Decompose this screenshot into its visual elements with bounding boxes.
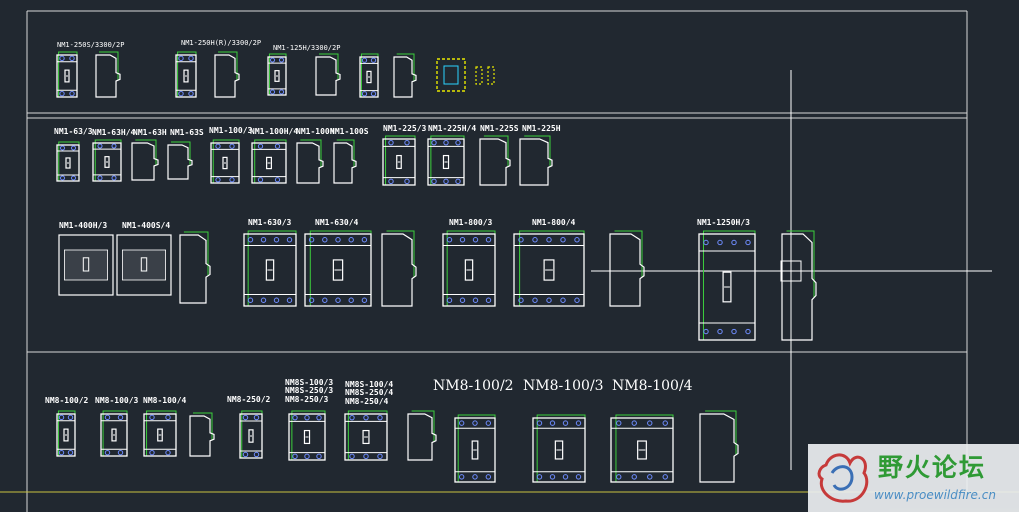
breaker-front-r3-2 bbox=[442, 230, 496, 307]
breaker-side-r2-4 bbox=[479, 135, 511, 186]
breaker-front-r2-5 bbox=[427, 135, 465, 186]
breaker-front-r3-0 bbox=[243, 230, 297, 307]
breaker-front-r2-2 bbox=[210, 139, 240, 184]
label-r2-6: NM1-100H bbox=[296, 127, 335, 136]
label-r3-2: NM1-630/3 bbox=[248, 218, 292, 227]
label-r4-3: NM8-250/2 bbox=[227, 395, 271, 404]
breaker-front-r4-4 bbox=[288, 410, 326, 461]
label-r2-8: NM1-225/3 bbox=[383, 124, 427, 133]
breaker-side-r1-1 bbox=[214, 51, 240, 98]
breaker-side-r1-0 bbox=[95, 51, 121, 98]
label-r4-1: NM8-100/3 bbox=[95, 396, 139, 405]
label-r3-6: NM1-1250H/3 bbox=[697, 218, 750, 227]
crosshair-cursor bbox=[591, 70, 992, 470]
breaker-symbols bbox=[56, 51, 817, 483]
label-r4big-2: NM8-100/4 bbox=[612, 378, 693, 394]
label-r4big-0: NM8-100/2 bbox=[433, 378, 514, 394]
breaker-side-r4-1 bbox=[407, 410, 437, 461]
breaker-front-r1-0 bbox=[56, 51, 78, 98]
breaker-front-r2-0 bbox=[56, 141, 80, 182]
breaker-front-r2-3 bbox=[251, 139, 287, 184]
breaker-side-r1-2 bbox=[315, 53, 341, 96]
breaker-side-r4-2 bbox=[699, 410, 739, 483]
forum-watermark: 野火论坛 www.proewildfire.cn bbox=[808, 444, 1019, 512]
label-r1-1: NM1-250H(R)/3300/2P bbox=[181, 39, 262, 47]
label-r2-7: NM1-100S bbox=[330, 127, 369, 136]
breaker-front-r3-3 bbox=[513, 230, 585, 307]
label-r3-4: NM1-800/3 bbox=[449, 218, 493, 227]
label-r4big-1: NM8-100/3 bbox=[523, 378, 604, 394]
breaker-front-r1-2 bbox=[267, 53, 287, 96]
breaker-front-r4-3 bbox=[239, 410, 263, 459]
selected-block-inner bbox=[443, 65, 459, 85]
label-r4-9: NM8-250/4 bbox=[345, 397, 389, 406]
label-r4-5: NM8S-250/3 bbox=[285, 386, 334, 395]
label-r2-3: NM1-63S bbox=[170, 128, 204, 137]
watermark-title: 野火论坛 bbox=[878, 453, 987, 482]
label-r2-11: NM1-225H bbox=[522, 124, 561, 133]
breaker-side-r4-0 bbox=[189, 412, 215, 457]
breaker-side-r2-2 bbox=[296, 139, 324, 184]
breaker-front-r4-7 bbox=[532, 414, 586, 483]
selected-block-1[interactable] bbox=[475, 66, 483, 85]
flame-logo-icon bbox=[817, 453, 869, 503]
label-r3-5: NM1-800/4 bbox=[532, 218, 576, 227]
breaker-front-r2-1 bbox=[92, 139, 122, 182]
breaker-side-r3-3 bbox=[781, 230, 817, 341]
breaker-side-r2-0 bbox=[131, 139, 159, 181]
breaker-front-r1-1 bbox=[175, 51, 197, 98]
breaker-side-r1-3 bbox=[393, 53, 417, 98]
breaker-front-r4-1 bbox=[100, 410, 128, 457]
selected-block-0[interactable] bbox=[436, 58, 466, 92]
breaker-front-r4-8 bbox=[610, 414, 674, 483]
breaker-side-r3-2 bbox=[609, 230, 645, 307]
label-r4-2: NM8-100/4 bbox=[143, 396, 187, 405]
label-r2-2: NM1-63H bbox=[133, 128, 167, 137]
breaker-front-r3-4 bbox=[698, 230, 756, 341]
label-r1-0: NM1-250S/3300/2P bbox=[57, 41, 125, 49]
breaker-front-r2-4 bbox=[382, 135, 416, 186]
breaker-dark-r3-1 bbox=[116, 234, 172, 296]
breaker-front-r1-3 bbox=[359, 53, 379, 98]
label-r2-1: NM1-63H/4 bbox=[92, 128, 136, 137]
breaker-front-r4-6 bbox=[454, 414, 496, 483]
label-r2-10: NM1-225S bbox=[480, 124, 519, 133]
label-r4-6: NM8-250/3 bbox=[285, 395, 329, 404]
breaker-front-r3-1 bbox=[304, 230, 372, 307]
label-r2-9: NM1-225H/4 bbox=[428, 124, 477, 133]
watermark-url: www.proewildfire.cn bbox=[874, 488, 996, 502]
label-r3-1: NM1-400S/4 bbox=[122, 221, 171, 230]
label-r2-5: NM1-100H/4 bbox=[250, 127, 299, 136]
label-r4-8: NM8S-250/4 bbox=[345, 388, 394, 397]
breaker-dark-r3-0 bbox=[58, 234, 114, 296]
label-r1-2: NM1-125H/3300/2P bbox=[273, 44, 341, 52]
selected-block-2[interactable] bbox=[487, 66, 495, 85]
label-r2-0: NM1-63/3 bbox=[54, 127, 93, 136]
breaker-side-r3-1 bbox=[381, 230, 417, 307]
breaker-side-r2-3 bbox=[333, 139, 357, 184]
cad-drawing-canvas[interactable] bbox=[0, 0, 1019, 512]
breaker-side-r2-1 bbox=[167, 141, 193, 180]
label-r3-0: NM1-400H/3 bbox=[59, 221, 108, 230]
breaker-front-r4-2 bbox=[143, 410, 177, 457]
breaker-front-r4-0 bbox=[56, 410, 76, 457]
label-r4-0: NM8-100/2 bbox=[45, 396, 89, 405]
label-r2-4: NM1-100/3 bbox=[209, 126, 253, 135]
breaker-side-r3-0 bbox=[179, 231, 211, 304]
breaker-side-r2-5 bbox=[519, 135, 553, 186]
label-r3-3: NM1-630/4 bbox=[315, 218, 359, 227]
breaker-front-r4-5 bbox=[344, 410, 388, 461]
